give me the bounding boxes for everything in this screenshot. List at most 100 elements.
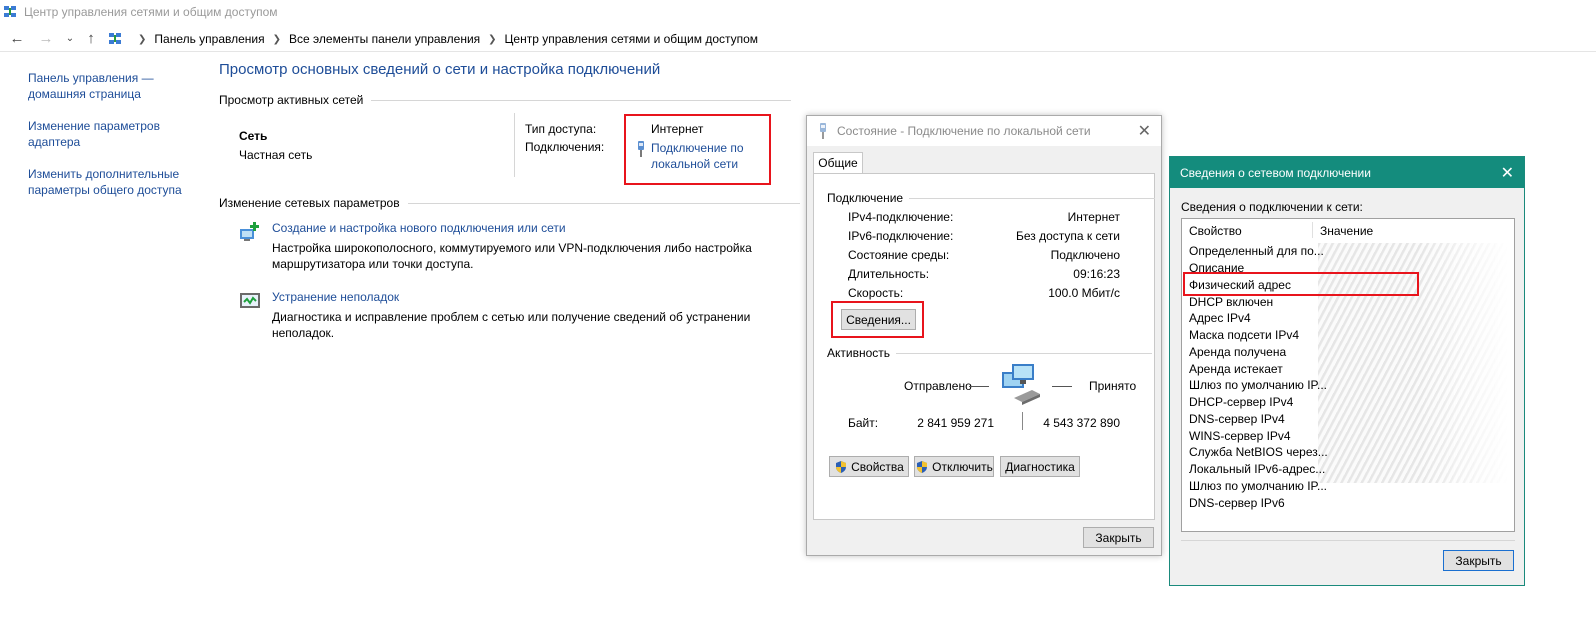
access-type-label: Тип доступа: — [525, 122, 597, 136]
window-title: Центр управления сетями и общим доступом — [24, 5, 278, 19]
list-item[interactable]: DHCP-сервер IPv4 — [1189, 395, 1293, 409]
divider — [896, 352, 1153, 354]
status-dialog: Состояние - Подключение по локальной сет… — [806, 115, 1162, 556]
task-description: Настройка широкополосного, коммутируемог… — [272, 241, 752, 271]
status-dialog-titlebar: Состояние - Подключение по локальной сет… — [807, 116, 1161, 146]
divider — [1052, 386, 1072, 387]
list-item[interactable]: Аренда истекает — [1189, 362, 1283, 376]
bytes-received-value: 4 543 372 890 — [1043, 416, 1120, 430]
ethernet-icon — [820, 123, 826, 139]
sent-label: Отправлено — [904, 379, 972, 393]
change-settings-heading: Изменение сетевых параметров — [219, 196, 800, 210]
ipv6-label: IPv6-подключение: — [848, 229, 954, 243]
list-item[interactable]: Шлюз по умолчанию IP... — [1189, 479, 1327, 493]
highlight-box — [831, 301, 924, 338]
details-dialog: Сведения о сетевом подключении ✕ Сведени… — [1169, 156, 1525, 586]
diagnose-button[interactable]: Диагностика — [1000, 456, 1080, 477]
chevron-right-icon: ❯ — [138, 33, 147, 45]
close-icon[interactable]: ✕ — [1138, 121, 1151, 141]
list-item[interactable]: DNS-сервер IPv4 — [1189, 412, 1285, 426]
connections-label: Подключения: — [525, 140, 605, 154]
details-caption: Сведения о подключении к сети: — [1181, 200, 1363, 214]
details-list: Свойство Значение Определенный для по...… — [1181, 218, 1515, 532]
duration-label: Длительность: — [848, 267, 930, 281]
details-dialog-title: Сведения о сетевом подключении — [1180, 166, 1371, 180]
active-networks-heading: Просмотр активных сетей — [219, 93, 792, 107]
list-item[interactable]: Шлюз по умолчанию IP... — [1189, 378, 1327, 392]
speed-label: Скорость: — [848, 286, 904, 300]
duration-value: 09:16:23 — [1073, 267, 1120, 281]
task-description: Диагностика и исправление проблем с сеть… — [272, 310, 751, 340]
breadcrumb-item[interactable]: Все элементы панели управления — [289, 32, 480, 46]
arrow-left-icon[interactable]: ← — [8, 30, 26, 48]
new-connection-link[interactable]: Создание и настройка нового подключения … — [272, 221, 566, 235]
column-header-value[interactable]: Значение — [1320, 224, 1373, 238]
highlight-box — [1183, 272, 1419, 296]
chevron-down-icon[interactable]: ⌄ — [61, 30, 79, 48]
disable-button[interactable]: Отключить — [914, 456, 994, 477]
breadcrumb-item[interactable]: Панель управления — [154, 32, 264, 46]
new-connection-icon — [240, 222, 259, 241]
sidebar-item-adapter-settings[interactable]: Изменение параметров адаптера — [28, 118, 198, 150]
list-item[interactable]: Аренда получена — [1189, 345, 1286, 359]
arrow-right-icon[interactable]: → — [37, 30, 55, 48]
network-name: Сеть — [239, 129, 268, 143]
sidebar: Панель управления — домашняя страница Из… — [28, 70, 198, 214]
divider — [514, 113, 515, 177]
divider — [969, 386, 989, 387]
bytes-label: Байт: — [848, 416, 879, 430]
connection-group-label: Подключение — [827, 191, 904, 205]
ipv4-value: Интернет — [1067, 210, 1120, 224]
sidebar-item-sharing-settings[interactable]: Изменить дополнительные параметры общего… — [28, 166, 198, 198]
change-settings-heading-text: Изменение сетевых параметров — [219, 196, 400, 210]
speed-value: 100.0 Мбит/с — [1048, 286, 1120, 300]
chevron-right-icon: ❯ — [272, 33, 282, 45]
status-dialog-title: Состояние - Подключение по локальной сет… — [837, 124, 1091, 138]
close-button[interactable]: Закрыть — [1083, 527, 1154, 548]
divider — [407, 202, 800, 204]
active-networks-heading-text: Просмотр активных сетей — [219, 93, 364, 107]
close-icon[interactable]: ✕ — [1501, 163, 1514, 183]
properties-button-label: Свойства — [851, 459, 904, 474]
address-bar: ← → ⌄ ↑ ❯ Панель управления ❯ Все элемен… — [0, 26, 1596, 52]
list-item[interactable]: Адрес IPv4 — [1189, 311, 1251, 325]
shield-icon — [917, 460, 928, 473]
details-dialog-titlebar: Сведения о сетевом подключении ✕ — [1170, 157, 1524, 188]
list-item[interactable]: DHCP включен — [1189, 295, 1273, 309]
sidebar-item-home[interactable]: Панель управления — домашняя страница — [28, 70, 198, 102]
ipv6-value: Без доступа к сети — [1016, 229, 1120, 243]
list-item[interactable]: WINS-сервер IPv4 — [1189, 429, 1291, 443]
list-item[interactable]: Служба NetBIOS через... — [1189, 445, 1328, 459]
list-item[interactable]: DNS-сервер IPv6 — [1189, 496, 1285, 510]
close-button[interactable]: Закрыть — [1443, 550, 1514, 571]
ipv4-label: IPv4-подключение: — [848, 210, 954, 224]
network-center-icon — [109, 33, 121, 44]
breadcrumb-item[interactable]: Центр управления сетями и общим доступом — [505, 32, 759, 46]
network-type: Частная сеть — [239, 148, 313, 162]
list-item[interactable]: Определенный для по... — [1189, 244, 1324, 258]
bytes-sent-value: 2 841 959 271 — [917, 416, 994, 430]
disable-button-label: Отключить — [932, 459, 993, 474]
tab-panel: Подключение IPv4-подключение: Интернет I… — [813, 173, 1156, 520]
activity-group: Активность — [827, 346, 1153, 360]
page-title: Просмотр основных сведений о сети и наст… — [219, 61, 661, 78]
media-state-label: Состояние среды: — [848, 248, 950, 262]
network-activity-icon — [1002, 364, 1040, 405]
activity-group-label: Активность — [827, 346, 891, 360]
window-titlebar: Центр управления сетями и общим доступом — [0, 0, 1596, 26]
arrow-up-icon[interactable]: ↑ — [82, 30, 100, 48]
divider — [1181, 540, 1515, 541]
divider — [909, 197, 1156, 199]
properties-button[interactable]: Свойства — [829, 456, 909, 477]
troubleshoot-link[interactable]: Устранение неполадок — [272, 290, 399, 304]
divider — [1022, 412, 1023, 430]
column-header-property[interactable]: Свойство — [1189, 224, 1242, 238]
troubleshoot-icon — [240, 293, 260, 308]
tab-general[interactable]: Общие — [813, 152, 863, 174]
received-label: Принято — [1089, 379, 1137, 393]
connection-group: Подключение — [827, 191, 1156, 205]
list-item[interactable]: Локальный IPv6-адрес... — [1189, 462, 1325, 476]
highlight-box — [624, 114, 771, 185]
list-item[interactable]: Маска подсети IPv4 — [1189, 328, 1299, 342]
network-center-icon — [4, 6, 16, 17]
